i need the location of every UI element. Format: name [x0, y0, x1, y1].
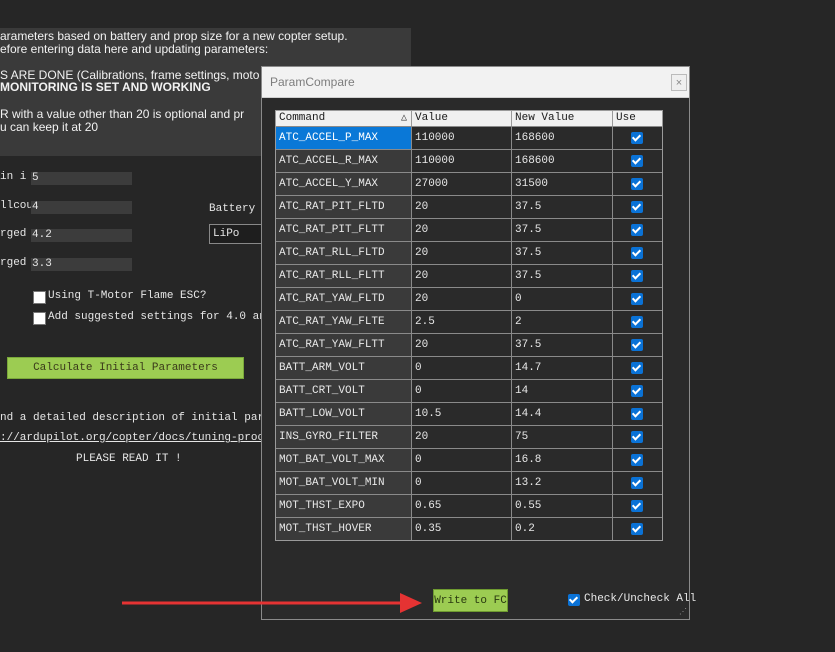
- annotation-arrow: [122, 593, 422, 613]
